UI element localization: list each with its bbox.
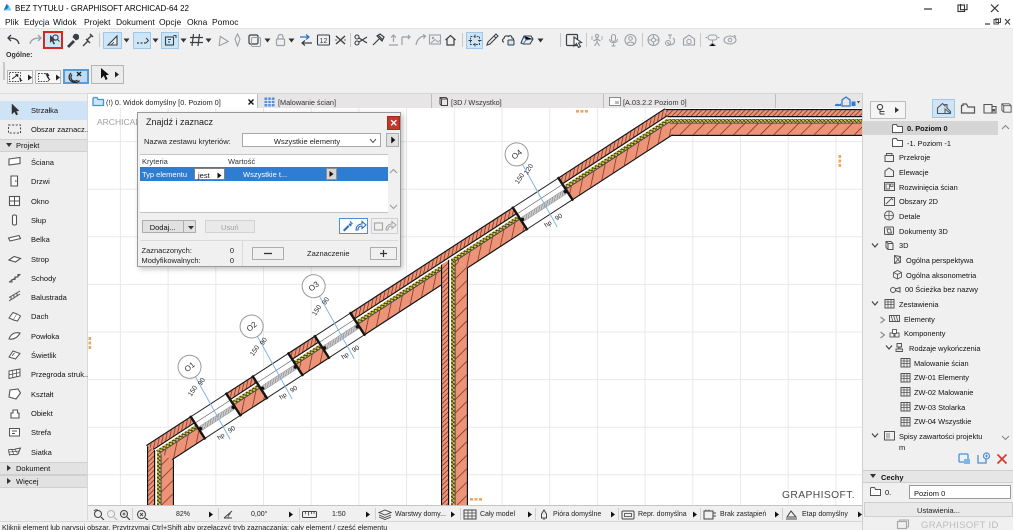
svg-text:150: 150 [187,384,199,397]
svg-text:hp: hp [278,391,288,401]
svg-text:120: 120 [523,163,535,176]
svg-text:12: 12 [320,38,328,45]
svg-text:90: 90 [321,296,331,306]
svg-text:90: 90 [289,385,299,395]
svg-text:ARCHICAD: ARCHICAD [97,117,141,127]
svg-text:90: 90 [227,425,237,435]
svg-text:90: 90 [554,212,564,222]
svg-text:GRAPHISOFT.: GRAPHISOFT. [782,490,855,501]
svg-text:150: 150 [311,304,323,317]
svg-text:hp: hp [543,219,553,229]
svg-text:150: 150 [249,344,261,357]
svg-text:90: 90 [197,377,207,387]
svg-text:hp: hp [340,351,350,361]
svg-text:90: 90 [351,344,361,354]
svg-text:90: 90 [259,336,269,346]
svg-text:hp: hp [216,432,226,442]
